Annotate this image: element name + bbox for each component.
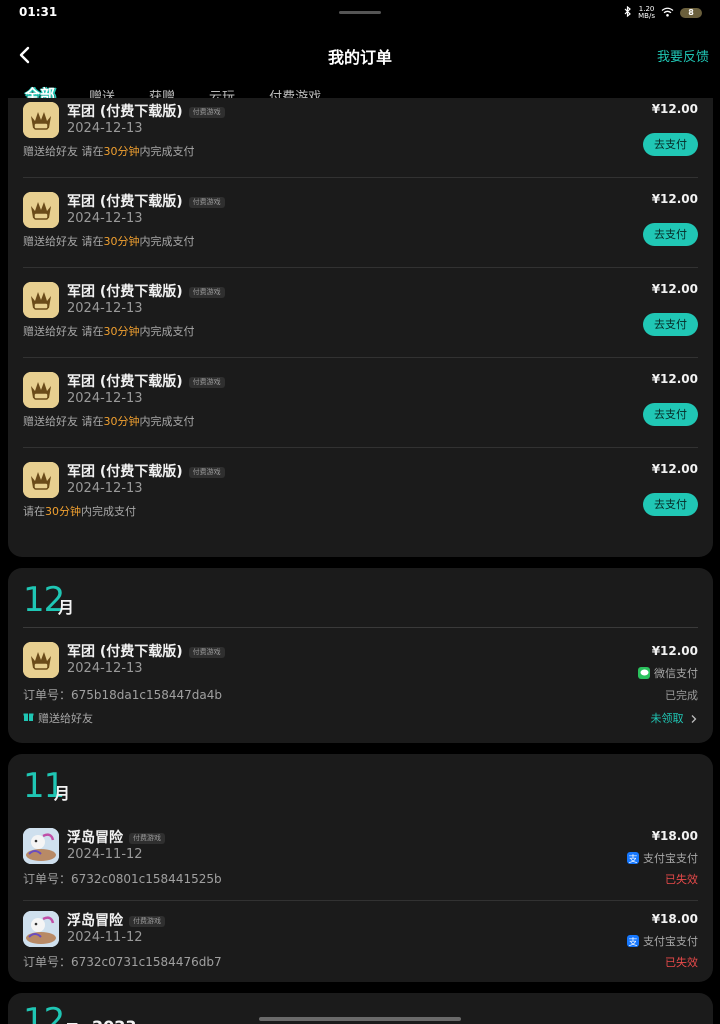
order-status: 已失效	[665, 956, 698, 969]
paid-game-tag: 付费游戏	[188, 646, 225, 658]
game-name: 浮岛冒险 付费游戏	[67, 827, 165, 847]
order-price: ¥12.00	[651, 372, 698, 386]
month-unit: 月	[58, 598, 75, 617]
payment-note: 请在30分钟内完成支付	[23, 505, 136, 518]
floating-island-game-icon	[23, 828, 59, 864]
pending-orders-card: 军团 (付费下载版) 付费游戏 2024-12-13 赠送给好友 请在30分钟内完…	[8, 98, 713, 557]
paid-game-tag: 付费游戏	[129, 832, 165, 844]
month-header: 12 月	[8, 568, 713, 628]
order-number: 订单号：675b18da1c158447da4b	[23, 688, 223, 702]
order-price: ¥18.00	[651, 912, 698, 926]
order-item[interactable]: 浮岛冒险 付费游戏 2024-11-12 订单号：6732c0801c158441…	[8, 818, 713, 901]
pending-order-item[interactable]: 军团 (付费下载版) 付费游戏 2024-12-13 赠送给好友 请在30分钟内完…	[8, 178, 713, 268]
month-unit: 月	[64, 1017, 80, 1024]
order-status: 已失效	[665, 873, 698, 886]
paid-game-tag: 付费游戏	[188, 286, 225, 298]
paid-game-tag: 付费游戏	[188, 466, 225, 478]
paid-game-tag: 付费游戏	[188, 196, 225, 208]
legion-game-icon	[23, 282, 59, 318]
game-name: 军团 (付费下载版) 付费游戏	[67, 101, 225, 121]
go-pay-button[interactable]: 去支付	[643, 493, 698, 516]
paid-game-tag: 付费游戏	[188, 106, 225, 118]
order-price: ¥12.00	[651, 644, 698, 658]
legion-game-icon	[23, 372, 59, 408]
game-name: 军团 (付费下载版) 付费游戏	[67, 281, 225, 301]
order-date: 2024-12-13	[67, 661, 143, 676]
order-number: 订单号：6732c0801c158441525b	[23, 872, 222, 886]
paid-game-tag: 付费游戏	[188, 376, 225, 388]
gift-info: 赠送给好友	[23, 710, 93, 726]
feedback-link[interactable]: 我要反馈	[657, 46, 709, 65]
month-number: 12	[23, 1001, 65, 1024]
network-speed: 1.20 MB/s	[638, 5, 655, 20]
home-indicator[interactable]	[259, 1017, 461, 1021]
status-time: 01:31	[19, 5, 58, 19]
month-header: 11 月	[8, 754, 713, 818]
alipay-icon: 支	[627, 935, 639, 948]
legion-game-icon	[23, 642, 59, 678]
wifi-icon	[661, 7, 674, 20]
year-label: 2023	[92, 1017, 137, 1024]
go-pay-button[interactable]: 去支付	[643, 133, 698, 156]
header: 我的订单 我要反馈 全部 赠送 获赠 云玩 付费游戏	[0, 26, 720, 108]
order-date: 2024-12-13	[67, 301, 143, 316]
battery-icon: 8	[680, 8, 702, 18]
month-card-dec: 12 月 军团 (付费下载版) 付费游戏 2024-12-13 订单号：675b1…	[8, 568, 713, 743]
order-date: 2024-12-13	[67, 391, 143, 406]
pending-order-item[interactable]: 军团 (付费下载版) 付费游戏 2024-12-13 赠送给好友 请在30分钟内完…	[8, 98, 713, 178]
game-name: 浮岛冒险 付费游戏	[67, 910, 165, 930]
go-pay-button[interactable]: 去支付	[643, 403, 698, 426]
order-date: 2024-12-13	[67, 211, 143, 226]
order-price: ¥18.00	[651, 829, 698, 843]
game-name: 军团 (付费下载版) 付费游戏	[67, 191, 225, 211]
pending-order-item[interactable]: 军团 (付费下载版) 付费游戏 2024-12-13 请在30分钟内完成支付 ¥1…	[8, 448, 713, 538]
floating-island-game-icon	[23, 911, 59, 947]
payment-note: 赠送给好友 请在30分钟内完成支付	[23, 235, 195, 248]
order-price: ¥12.00	[651, 462, 698, 476]
order-status: 已完成	[665, 689, 698, 702]
wechat-pay-icon	[638, 667, 650, 679]
gift-icon	[23, 711, 34, 725]
order-date: 2024-12-13	[67, 481, 143, 496]
legion-game-icon	[23, 192, 59, 228]
pending-order-item[interactable]: 军团 (付费下载版) 付费游戏 2024-12-13 赠送给好友 请在30分钟内完…	[8, 358, 713, 448]
order-number: 订单号：6732c0731c1584476db7	[23, 955, 222, 969]
payment-note: 赠送给好友 请在30分钟内完成支付	[23, 325, 195, 338]
bluetooth-icon	[623, 5, 632, 20]
payment-method: 支 支付宝支付	[627, 852, 698, 865]
legion-game-icon	[23, 102, 59, 138]
payment-method: 支 支付宝支付	[627, 935, 698, 948]
go-pay-button[interactable]: 去支付	[643, 223, 698, 246]
unclaimed-link[interactable]: 未领取	[651, 710, 699, 726]
order-item[interactable]: 浮岛冒险 付费游戏 2024-11-12 订单号：6732c0731c158447…	[8, 901, 713, 982]
status-bar: 01:31 1.20 MB/s 8	[0, 0, 720, 26]
game-name: 军团 (付费下载版) 付费游戏	[67, 641, 225, 661]
game-name: 军团 (付费下载版) 付费游戏	[67, 461, 225, 481]
order-date: 2024-12-13	[67, 121, 143, 136]
status-icons: 1.20 MB/s 8	[623, 6, 702, 20]
multitask-handle[interactable]	[339, 11, 381, 14]
payment-note: 赠送给好友 请在30分钟内完成支付	[23, 415, 195, 428]
payment-note: 赠送给好友 请在30分钟内完成支付	[23, 145, 195, 158]
order-price: ¥12.00	[651, 192, 698, 206]
pending-order-item[interactable]: 军团 (付费下载版) 付费游戏 2024-12-13 赠送给好友 请在30分钟内完…	[8, 268, 713, 358]
chevron-right-icon	[691, 715, 697, 723]
order-price: ¥12.00	[651, 282, 698, 296]
paid-game-tag: 付费游戏	[129, 915, 165, 927]
order-price: ¥12.00	[651, 102, 698, 116]
month-card-nov: 11 月 浮岛冒险 付费游戏 2024-11-12 订单号：6732c0801c1…	[8, 754, 713, 982]
order-date: 2024-11-12	[67, 930, 143, 945]
order-date: 2024-11-12	[67, 847, 143, 862]
month-unit: 月	[54, 784, 71, 803]
page-title: 我的订单	[327, 48, 392, 67]
game-name: 军团 (付费下载版) 付费游戏	[67, 371, 225, 391]
go-pay-button[interactable]: 去支付	[643, 313, 698, 336]
payment-method: 微信支付	[638, 665, 698, 681]
order-item[interactable]: 军团 (付费下载版) 付费游戏 2024-12-13 订单号：675b18da1c…	[8, 628, 713, 743]
alipay-icon: 支	[627, 852, 639, 865]
legion-game-icon	[23, 462, 59, 498]
